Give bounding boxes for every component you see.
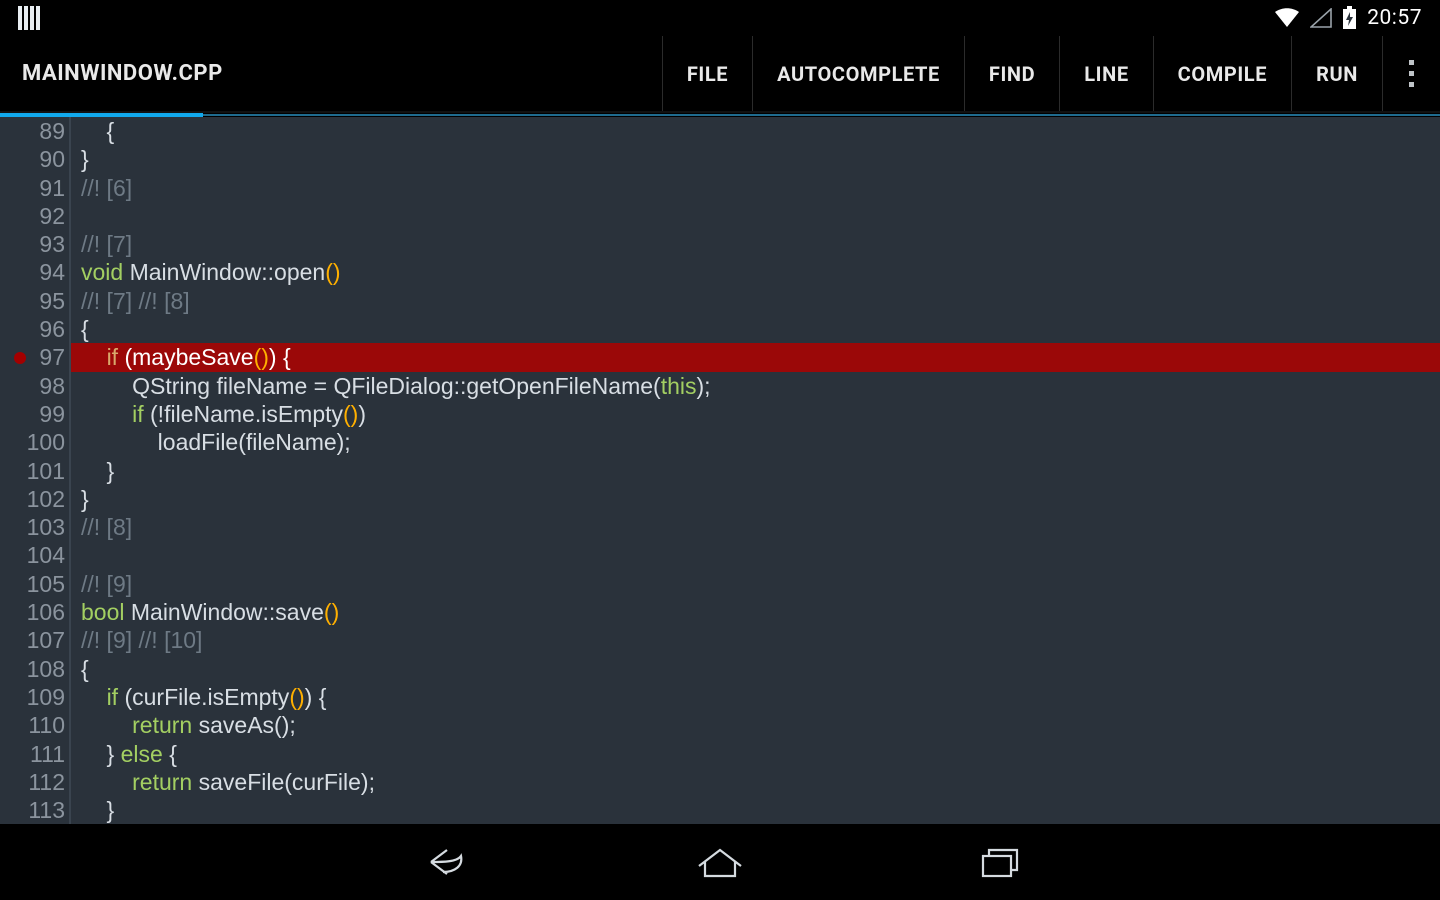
code-content[interactable]: //! [6]	[70, 174, 1440, 202]
nav-home-button[interactable]	[690, 839, 750, 885]
code-line[interactable]: 90}	[0, 145, 1440, 173]
code-line[interactable]: 92	[0, 202, 1440, 230]
menu-find[interactable]: FIND	[964, 36, 1059, 111]
menu-autocomplete[interactable]: AUTOCOMPLETE	[752, 36, 964, 111]
code-content[interactable]: {	[70, 117, 1440, 145]
line-number[interactable]: 110	[0, 711, 70, 739]
line-number[interactable]: 91	[0, 174, 70, 202]
code-content[interactable]: }	[70, 796, 1440, 824]
code-content[interactable]	[70, 202, 1440, 230]
code-line[interactable]: 91//! [6]	[0, 174, 1440, 202]
nav-recents-button[interactable]	[970, 839, 1030, 885]
code-content[interactable]	[70, 541, 1440, 569]
code-content[interactable]: return saveAs();	[70, 711, 1440, 739]
code-content[interactable]: }	[70, 485, 1440, 513]
menu-file[interactable]: FILE	[662, 36, 752, 111]
action-bar-items: FILE AUTOCOMPLETE FIND LINE COMPILE RUN	[662, 36, 1382, 111]
code-line[interactable]: 94void MainWindow::open()	[0, 258, 1440, 286]
menu-run[interactable]: RUN	[1291, 36, 1382, 111]
menu-line[interactable]: LINE	[1059, 36, 1152, 111]
code-content[interactable]: if (!fileName.isEmpty())	[70, 400, 1440, 428]
code-line[interactable]: 106bool MainWindow::save()	[0, 598, 1440, 626]
code-line[interactable]: 112 return saveFile(curFile);	[0, 768, 1440, 796]
line-number[interactable]: 96	[0, 315, 70, 343]
line-number[interactable]: 106	[0, 598, 70, 626]
line-number[interactable]: 107	[0, 626, 70, 654]
line-number[interactable]: 93	[0, 230, 70, 258]
line-number[interactable]: 92	[0, 202, 70, 230]
code-line[interactable]: 100 loadFile(fileName);	[0, 428, 1440, 456]
line-number[interactable]: 105	[0, 570, 70, 598]
android-status-bar: 20:57	[0, 0, 1440, 36]
wifi-icon	[1274, 8, 1300, 28]
line-number[interactable]: 98	[0, 372, 70, 400]
code-content[interactable]: bool MainWindow::save()	[70, 598, 1440, 626]
nav-back-button[interactable]	[410, 839, 470, 885]
action-bar: MAINWINDOW.CPP FILE AUTOCOMPLETE FIND LI…	[0, 36, 1440, 113]
code-content[interactable]: return saveFile(curFile);	[70, 768, 1440, 796]
code-content[interactable]: } else {	[70, 740, 1440, 768]
breakpoint-icon[interactable]	[14, 352, 26, 364]
code-content[interactable]: void MainWindow::open()	[70, 258, 1440, 286]
code-line[interactable]: 103//! [8]	[0, 513, 1440, 541]
line-number[interactable]: 89	[0, 117, 70, 145]
overflow-menu-icon[interactable]	[1382, 36, 1440, 111]
code-content[interactable]: if (maybeSave()) {	[70, 343, 1440, 371]
line-number[interactable]: 101	[0, 457, 70, 485]
status-app-icon	[18, 6, 46, 30]
code-line[interactable]: 95//! [7] //! [8]	[0, 287, 1440, 315]
code-content[interactable]: QString fileName = QFileDialog::getOpenF…	[70, 372, 1440, 400]
line-number[interactable]: 109	[0, 683, 70, 711]
code-content[interactable]: //! [8]	[70, 513, 1440, 541]
code-line[interactable]: 102}	[0, 485, 1440, 513]
code-line[interactable]: 96{	[0, 315, 1440, 343]
code-content[interactable]: loadFile(fileName);	[70, 428, 1440, 456]
code-line[interactable]: 104	[0, 541, 1440, 569]
code-line[interactable]: 98 QString fileName = QFileDialog::getOp…	[0, 372, 1440, 400]
line-number[interactable]: 95	[0, 287, 70, 315]
line-number[interactable]: 108	[0, 655, 70, 683]
code-line[interactable]: 93//! [7]	[0, 230, 1440, 258]
code-content[interactable]: //! [7]	[70, 230, 1440, 258]
code-line[interactable]: 108{	[0, 655, 1440, 683]
code-content[interactable]: if (curFile.isEmpty()) {	[70, 683, 1440, 711]
code-line[interactable]: 113 }	[0, 796, 1440, 824]
menu-compile[interactable]: COMPILE	[1153, 36, 1291, 111]
code-line[interactable]: 111 } else {	[0, 740, 1440, 768]
line-number[interactable]: 112	[0, 768, 70, 796]
battery-charging-icon	[1342, 6, 1357, 30]
code-line[interactable]: 99 if (!fileName.isEmpty())	[0, 400, 1440, 428]
cell-signal-icon	[1310, 8, 1332, 28]
code-content[interactable]: //! [9]	[70, 570, 1440, 598]
file-title: MAINWINDOW.CPP	[22, 61, 223, 86]
code-line[interactable]: 101 }	[0, 457, 1440, 485]
code-line[interactable]: 109 if (curFile.isEmpty()) {	[0, 683, 1440, 711]
line-number[interactable]: 99	[0, 400, 70, 428]
line-number[interactable]: 103	[0, 513, 70, 541]
line-number[interactable]: 104	[0, 541, 70, 569]
code-editor[interactable]: 89 {90}91//! [6]9293//! [7]94void MainWi…	[0, 117, 1440, 824]
code-line[interactable]: 110 return saveAs();	[0, 711, 1440, 739]
code-line[interactable]: 107//! [9] //! [10]	[0, 626, 1440, 654]
line-number[interactable]: 90	[0, 145, 70, 173]
code-content[interactable]: //! [7] //! [8]	[70, 287, 1440, 315]
code-content[interactable]: }	[70, 145, 1440, 173]
line-number[interactable]: 100	[0, 428, 70, 456]
code-content[interactable]: {	[70, 315, 1440, 343]
code-content[interactable]: //! [9] //! [10]	[70, 626, 1440, 654]
line-number[interactable]: 102	[0, 485, 70, 513]
line-number[interactable]: 111	[0, 740, 70, 768]
status-clock: 20:57	[1367, 6, 1422, 30]
android-nav-bar	[0, 824, 1440, 900]
line-number[interactable]: 97	[0, 343, 70, 371]
line-number[interactable]: 113	[0, 796, 70, 824]
code-content[interactable]: {	[70, 655, 1440, 683]
code-line[interactable]: 97 if (maybeSave()) {	[0, 343, 1440, 371]
line-number[interactable]: 94	[0, 258, 70, 286]
code-content[interactable]: }	[70, 457, 1440, 485]
code-line[interactable]: 105//! [9]	[0, 570, 1440, 598]
code-line[interactable]: 89 {	[0, 117, 1440, 145]
